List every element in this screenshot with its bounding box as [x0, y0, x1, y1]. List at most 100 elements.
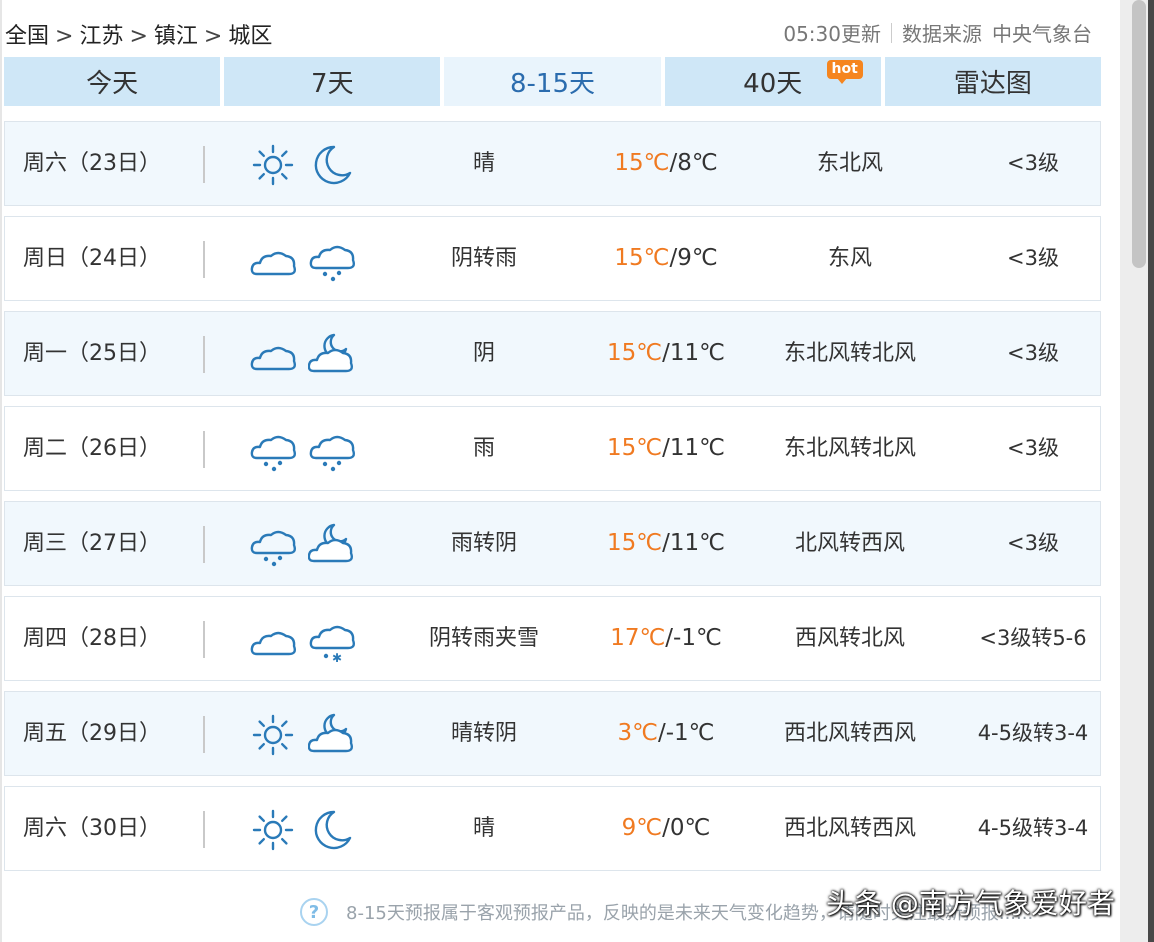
temp-low: 9℃ [677, 245, 718, 271]
forecast-temperature: 17℃/-1℃ [566, 597, 766, 680]
row-divider [203, 146, 205, 183]
breadcrumb-separator: > [55, 24, 74, 49]
tab-today[interactable]: 今天 [4, 57, 221, 106]
window-edge [1148, 0, 1154, 942]
moon-cloud-icon [308, 521, 356, 569]
tab-label: 7天 [311, 69, 354, 99]
sleet-cloud-icon: ✱ [308, 616, 356, 664]
forecast-weather: 阴转雨 [450, 246, 517, 271]
moon-icon [308, 806, 356, 854]
temp-high: 9℃ [621, 815, 663, 841]
tab-label: 40天 [743, 69, 803, 99]
temp-low: 11℃ [669, 340, 725, 366]
forecast-wind-level: <3级 [1007, 341, 1059, 365]
forecast-row: 周一（25日） 阴 15℃/11℃ 东北风转北风 <3级 [4, 311, 1101, 396]
forecast-row: 周三（27日） 雨转阴 15℃/11℃ 北风转西风 <3级 [4, 501, 1101, 586]
temp-high: 15℃ [607, 340, 663, 366]
forecast-day: 周三（27日） [23, 531, 161, 556]
cloud-icon [249, 616, 297, 664]
forecast-day: 周日（24日） [23, 246, 161, 271]
tab-8-15-days[interactable]: 8-15天 [444, 57, 661, 106]
row-divider [203, 716, 205, 753]
row-divider [203, 241, 205, 278]
forecast-day: 周四（28日） [23, 626, 161, 651]
forecast-day: 周一（25日） [23, 341, 161, 366]
temp-separator: / [662, 435, 670, 461]
breadcrumb: 全国 > 江苏 > 镇江 > 城区 [5, 18, 272, 50]
forecast-weather: 阴转雨夹雪 [428, 626, 539, 651]
temp-low: 0℃ [669, 815, 711, 841]
moon-cloud-icon [308, 711, 356, 759]
forecast-wind: 西风转北风 [794, 626, 905, 651]
row-divider [203, 431, 205, 468]
forecast-weather: 阴 [472, 341, 495, 366]
forecast-day: 周五（29日） [23, 721, 161, 746]
temp-separator: / [665, 625, 674, 651]
rain-cloud-icon [308, 236, 356, 284]
forecast-wind-level: 4-5级转3-4 [977, 816, 1089, 840]
forecast-wind: 西北风转西风 [783, 721, 916, 746]
forecast-row: 周六（30日） 晴 9℃/0℃ 西北风转西风 4-5级转3-4 [4, 786, 1101, 871]
row-divider [203, 526, 205, 563]
temp-separator: / [662, 340, 670, 366]
data-source-name: 中央气象台 [992, 22, 1092, 46]
rain-cloud-icon [249, 521, 297, 569]
forecast-wind: 北风转西风 [794, 531, 905, 556]
forecast-row: 周日（24日） 阴转雨 15℃/9℃ 东风 <3级 [4, 216, 1101, 301]
forecast-wind-level: 4-5级转3-4 [977, 721, 1089, 745]
temp-high: 15℃ [614, 150, 670, 176]
row-divider [203, 811, 205, 848]
forecast-row: 周六（23日） 晴 15℃/8℃ 东北风 <3级 [4, 121, 1101, 206]
forecast-wind-level: <3级 [1007, 436, 1059, 460]
breadcrumb-item-district: 城区 [228, 24, 273, 49]
breadcrumb-item-province[interactable]: 江苏 [79, 18, 123, 50]
tab-label: 雷达图 [953, 69, 1032, 99]
forecast-day: 周六（30日） [23, 816, 161, 841]
forecast-temperature: 15℃/11℃ [566, 407, 766, 490]
moon-icon [308, 141, 356, 189]
temp-high: 15℃ [614, 245, 670, 271]
forecast-temperature: 3℃/-1℃ [566, 692, 766, 775]
rain-cloud-icon [308, 426, 356, 474]
rain-cloud-icon [249, 426, 297, 474]
forecast-weather: 雨 [472, 436, 495, 461]
breadcrumb-item-country[interactable]: 全国 [5, 18, 49, 50]
sun-icon [249, 141, 297, 189]
tab-7-days[interactable]: 7天 [224, 57, 441, 106]
breadcrumb-separator: > [129, 24, 148, 49]
forecast-wind-level: <3级 [1007, 151, 1059, 175]
tab-40-days[interactable]: 40天 hot [664, 57, 881, 106]
forecast-weather: 晴转阴 [450, 721, 517, 746]
temp-low: 11℃ [669, 435, 725, 461]
sun-icon [249, 806, 297, 854]
forecast-wind: 东北风转北风 [783, 436, 916, 461]
forecast-wind-level: <3级转5-6 [979, 626, 1087, 650]
temp-separator: / [657, 720, 666, 746]
row-divider [203, 621, 205, 658]
watermark-text: 头条 @南方气象爱好者 [826, 887, 1115, 920]
forecast-weather: 雨转阴 [450, 531, 517, 556]
temp-high: 3℃ [617, 720, 658, 746]
tab-radar[interactable]: 雷达图 [884, 57, 1102, 106]
help-icon[interactable]: ? [300, 898, 328, 926]
cloud-icon [249, 236, 297, 284]
svg-text:✱: ✱ [332, 651, 342, 664]
update-divider [891, 22, 892, 43]
temp-high: 15℃ [607, 435, 663, 461]
forecast-wind: 东北风转北风 [783, 341, 916, 366]
forecast-day: 周二（26日） [23, 436, 161, 461]
temp-separator: / [662, 815, 670, 841]
temp-low: -1℃ [665, 720, 715, 746]
breadcrumb-separator: > [203, 24, 223, 49]
temp-separator: / [662, 530, 670, 556]
forecast-row: 周五（29日） 晴转阴 3℃/-1℃ 西北风转西风 4-5级转3-4 [4, 691, 1101, 776]
forecast-wind-level: <3级 [1007, 246, 1059, 270]
temp-low: -1℃ [673, 625, 722, 651]
temp-high: 17℃ [610, 625, 666, 651]
forecast-list: 周六（23日） 晴 15℃/8℃ 东北风 <3级 周日（24日） 阴转雨 15℃… [4, 121, 1101, 881]
breadcrumb-item-city[interactable]: 镇江 [154, 18, 198, 50]
scrollbar-thumb[interactable] [1132, 0, 1146, 268]
update-time: 05:30更新 [783, 22, 881, 46]
tab-label: 8-15天 [510, 69, 596, 99]
forecast-wind: 西北风转西风 [783, 816, 916, 841]
